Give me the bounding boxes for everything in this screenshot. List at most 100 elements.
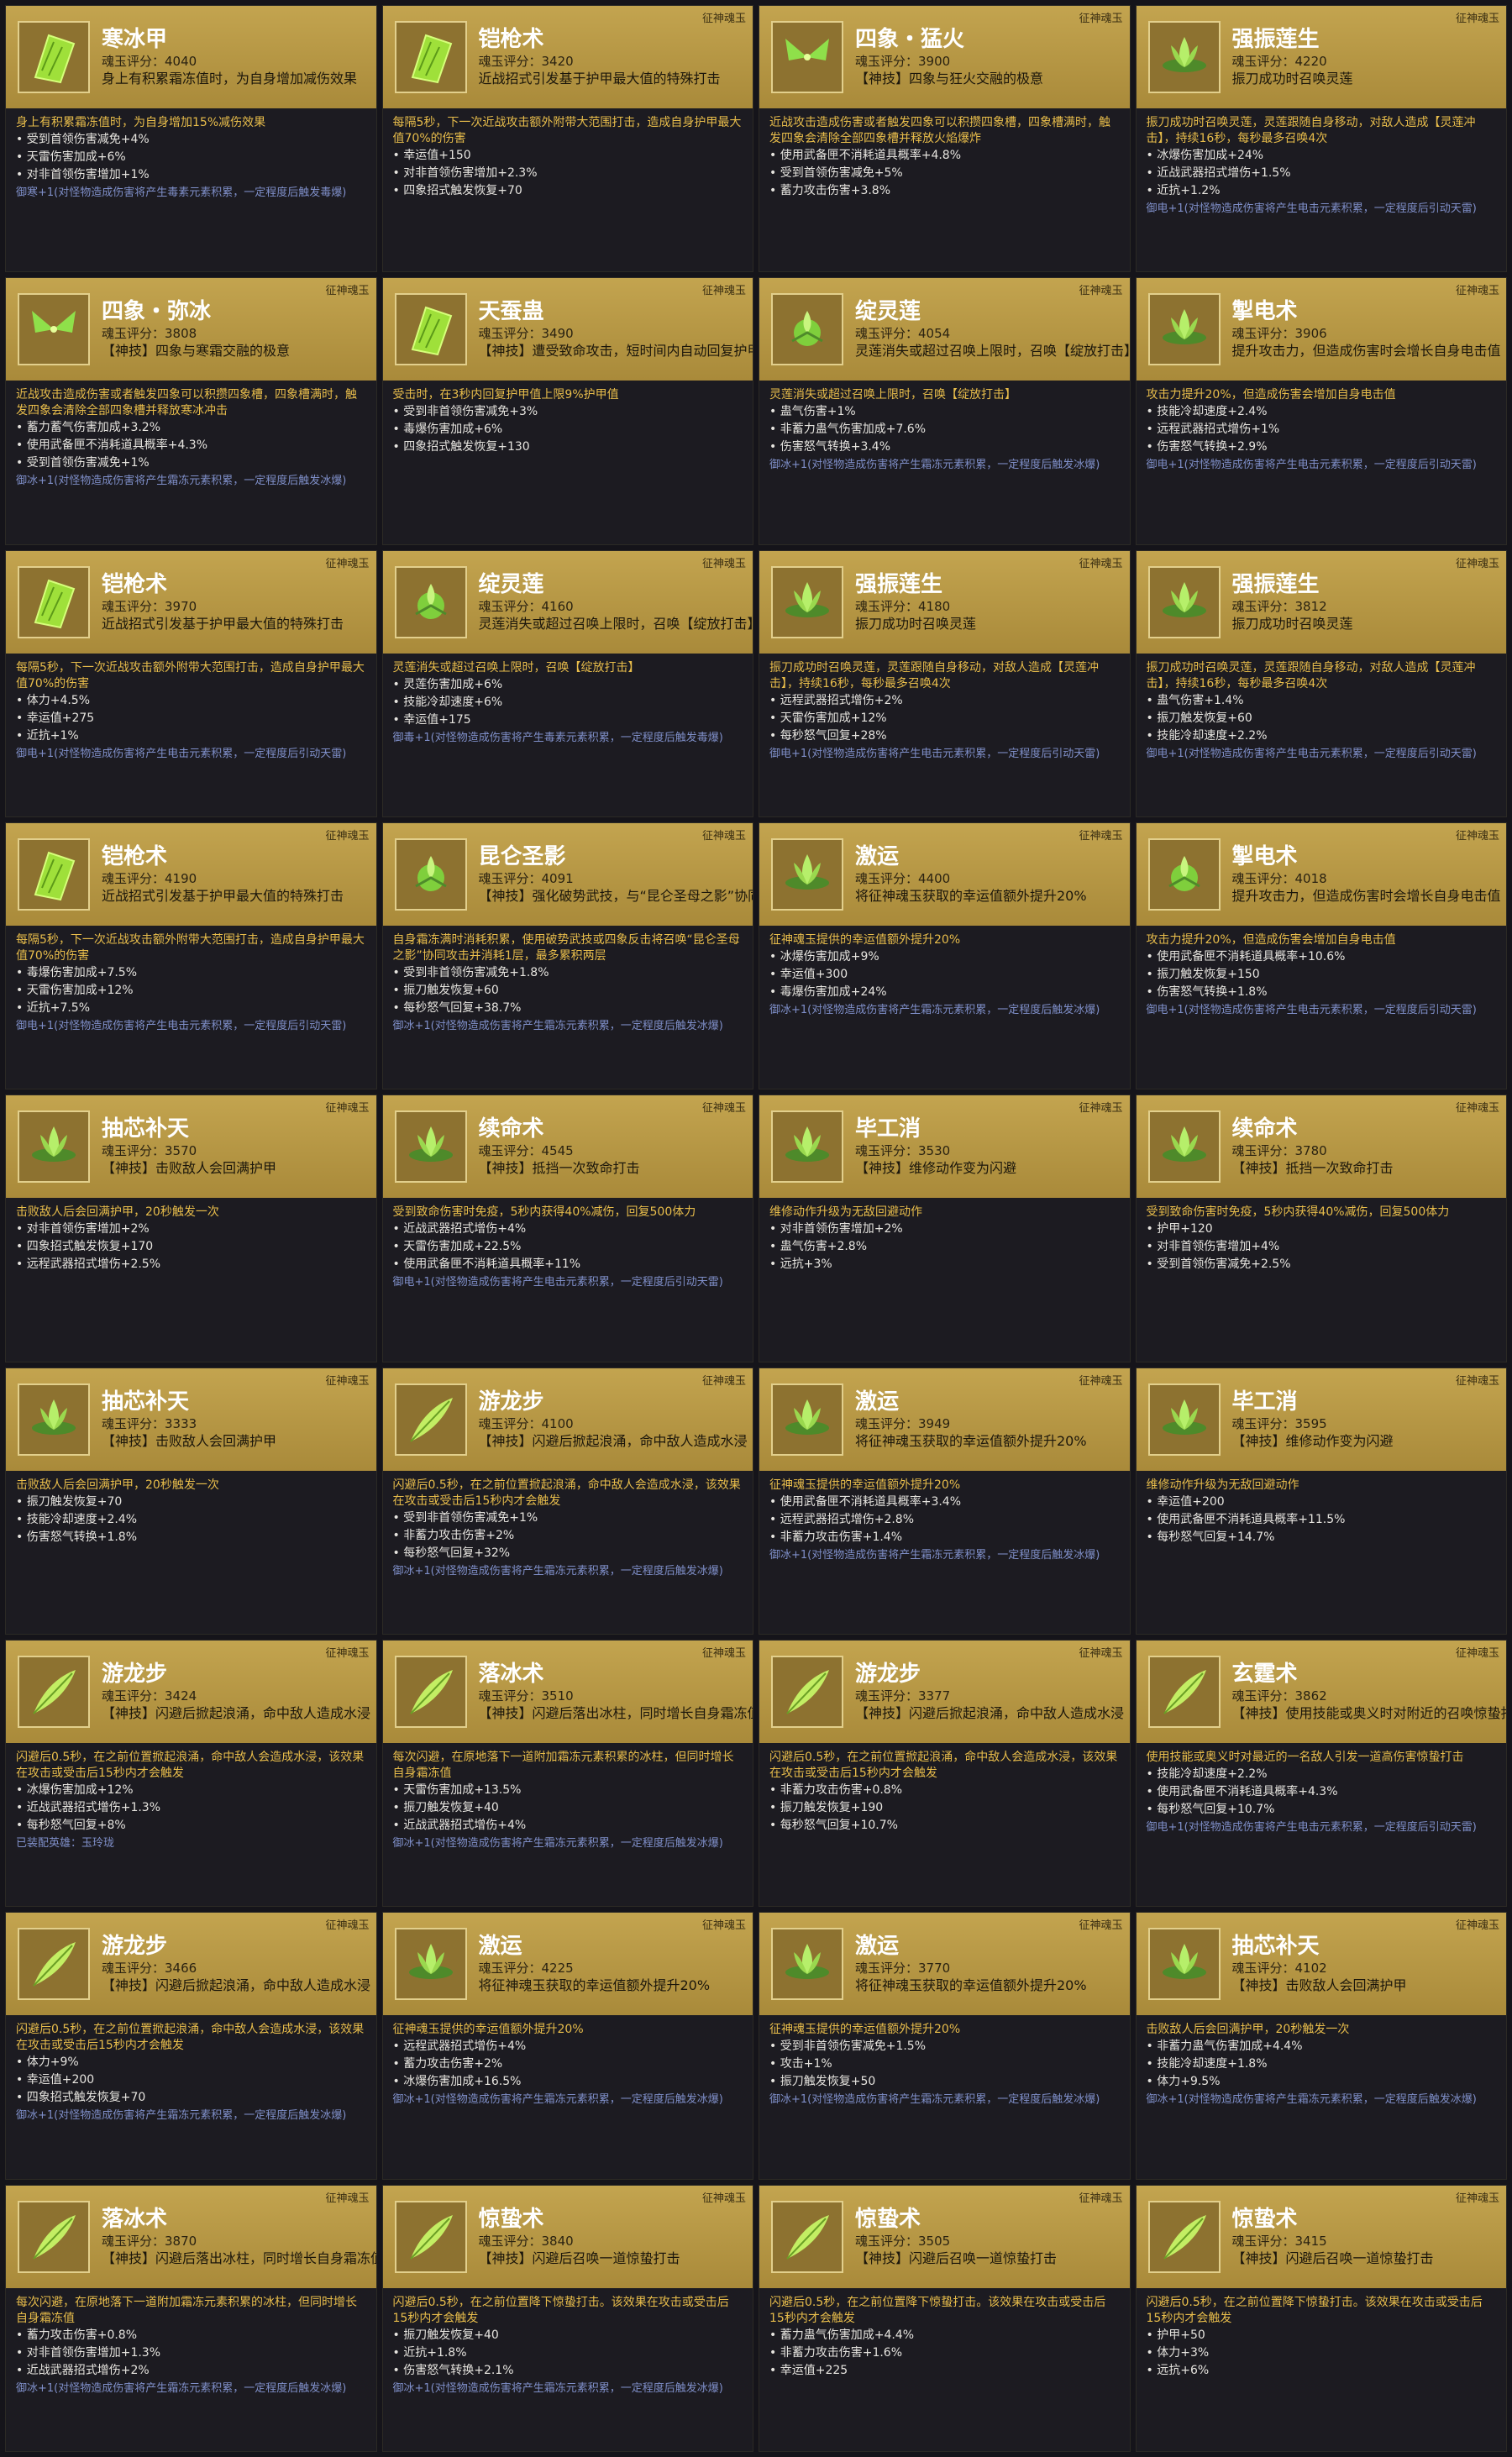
card-score: 魂玉评分：3780 — [1231, 1143, 1327, 1159]
soul-jade-card-8[interactable]: 征神魂玉 掣电术 魂玉评分：3906 提升攻击力，但造成伤害时会增长自身电击值 … — [1135, 277, 1507, 545]
soul-jade-card-9[interactable]: 征神魂玉 铠枪术 魂玉评分：3970 近战招式引发基于护甲最大值的特殊打击 每隔… — [5, 549, 377, 817]
soul-jade-card-22[interactable]: 征神魂玉 游龙步 魂玉评分：4100 【神技】闪避后掀起浪涌，命中敌人造成水浸 … — [381, 1367, 753, 1635]
card-body: 维修动作升级为无敌回避动作 对非首领伤害增加+2%蛊气伤害+2.8%远抗+3% — [759, 1198, 1130, 1361]
soul-jade-card-34[interactable]: 征神魂玉 惊蛰术 魂玉评分：3840 【神技】闪避后召唤一道惊蛰打击 闪避后0.… — [381, 2184, 753, 2452]
card-titles: 天蚕蛊 魂玉评分：3490 【神技】遭受致命攻击，短时间内自动回复护甲 — [479, 298, 753, 360]
soul-jade-card-17[interactable]: 征神魂玉 抽芯补天 魂玉评分：3570 【神技】击败敌人会回满护甲 击败敌人后会… — [5, 1095, 377, 1362]
card-note: 受到致命伤害时免疫，5秒内获得40%减伤，回复500体力 — [392, 1205, 696, 1220]
soul-jade-card-11[interactable]: 征神魂玉 强振莲生 魂玉评分：4180 振刀成功时召唤灵莲 振刀成功时召唤灵莲，… — [759, 549, 1131, 817]
card-set-bonus: 御电+1(对怪物造成伤害将产生电击元素积累，一定程度后引动天雷) — [1146, 202, 1477, 215]
card-score: 魂玉评分：4091 — [478, 871, 574, 886]
card-tag: 征神魂玉 — [1455, 1647, 1499, 1660]
card-set-bonus: 御电+1(对怪物造成伤害将产生电击元素积累，一定程度后引动天雷) — [1146, 1004, 1477, 1016]
soul-jade-card-19[interactable]: 征神魂玉 毕工消 魂玉评分：3530 【神技】维修动作变为闪避 维修动作升级为无… — [759, 1095, 1131, 1362]
card-stat: 近战武器招式增伤+1.3% — [16, 1799, 366, 1817]
card-body: 身上有积累霜冻值时，为自身增加15%减伤效果 受到首领伤害减免+4%天雷伤害加成… — [6, 108, 376, 271]
soul-jade-card-24[interactable]: 征神魂玉 毕工消 魂玉评分：3595 【神技】维修动作变为闪避 维修动作升级为无… — [1135, 1367, 1507, 1635]
soul-jade-card-5[interactable]: 征神魂玉 四象・弥冰 魂玉评分：3808 【神技】四象与寒霜交融的极意 近战攻击… — [5, 277, 377, 545]
card-stat: 对非首领伤害增加+2% — [16, 1221, 366, 1238]
soul-jade-card-36[interactable]: 征神魂玉 惊蛰术 魂玉评分：3415 【神技】闪避后召唤一道惊蛰打击 闪避后0.… — [1135, 2184, 1507, 2452]
soul-jade-card-28[interactable]: 征神魂玉 玄霆术 魂玉评分：3862 【神技】使用技能或奥义时对附近的召唤惊蛰打… — [1135, 1640, 1507, 1908]
card-header: 征神魂玉 毕工消 魂玉评分：3530 【神技】维修动作变为闪避 — [759, 1095, 1130, 1199]
card-stat: 近抗+1.2% — [1147, 182, 1497, 200]
lotus-icon — [394, 1928, 467, 2001]
soul-jade-card-18[interactable]: 征神魂玉 续命术 魂玉评分：4545 【神技】抵挡一次致命打击 受到致命伤害时免… — [381, 1095, 753, 1362]
card-stat: 受到非首领伤害减免+3% — [393, 403, 743, 421]
soul-jade-card-20[interactable]: 征神魂玉 续命术 魂玉评分：3780 【神技】抵挡一次致命打击 受到致命伤害时免… — [1135, 1095, 1507, 1362]
card-header: 征神魂玉 游龙步 魂玉评分：3466 【神技】闪避后掀起浪涌，命中敌人造成水浸 — [6, 1913, 376, 2016]
card-titles: 四象・猛火 魂玉评分：3900 【神技】四象与狂火交融的极意 — [855, 26, 1043, 88]
lotus-icon — [18, 1110, 90, 1184]
card-desc: 【神技】闪避后召唤一道惊蛰打击 — [1231, 2250, 1434, 2266]
soul-jade-card-7[interactable]: 征神魂玉 绽灵莲 魂玉评分：4054 灵莲消失或超过召唤上限时，召唤【绽放打击】… — [759, 277, 1131, 545]
soul-jade-card-15[interactable]: 征神魂玉 激运 魂玉评分：4400 将征神魂玉获取的幸运值额外提升20% 征神魂… — [759, 822, 1131, 1090]
card-desc: 【神技】强化破势武技，与“昆仑圣母之影”协同攻击 — [478, 888, 753, 904]
card-header: 征神魂玉 掣电术 魂玉评分：3906 提升攻击力，但造成伤害时会增长自身电击值 — [1136, 278, 1506, 381]
card-tag: 征神魂玉 — [325, 1374, 370, 1388]
card-titles: 落冰术 魂玉评分：3510 【神技】闪避后落出冰柱，同时增长自身霜冻值 — [479, 1661, 753, 1723]
soul-jade-card-26[interactable]: 征神魂玉 落冰术 魂玉评分：3510 【神技】闪避后落出冰柱，同时增长自身霜冻值… — [381, 1640, 753, 1908]
soul-jade-card-27[interactable]: 征神魂玉 游龙步 魂玉评分：3377 【神技】闪避后掀起浪涌，命中敌人造成水浸 … — [759, 1640, 1131, 1908]
card-header: 征神魂玉 惊蛰术 魂玉评分：3415 【神技】闪避后召唤一道惊蛰打击 — [1136, 2185, 1506, 2288]
card-stat: 冰爆伤害加成+9% — [769, 948, 1120, 966]
soul-jade-card-23[interactable]: 征神魂玉 激运 魂玉评分：3949 将征神魂玉获取的幸运值额外提升20% 征神魂… — [759, 1367, 1131, 1635]
card-name: 绽灵莲 — [855, 299, 921, 325]
card-body: 闪避后0.5秒，在之前位置降下惊蛰打击。该效果在攻击或受击后15秒内才会触发 蓄… — [759, 2288, 1130, 2451]
card-name: 抽芯补天 — [102, 1116, 190, 1142]
card-stat: 使用武备匣不消耗道具概率+11% — [393, 1256, 743, 1273]
card-stat: 技能冷却速度+2.2% — [1147, 727, 1497, 745]
soul-jade-card-13[interactable]: 征神魂玉 铠枪术 魂玉评分：4190 近战招式引发基于护甲最大值的特殊打击 每隔… — [5, 822, 377, 1090]
card-stat: 对非首领伤害增加+2% — [769, 1221, 1120, 1238]
card-stat: 远程武器招式增伤+2.8% — [769, 1511, 1120, 1529]
card-stat: 近战武器招式增伤+1.5% — [1147, 165, 1497, 182]
card-note: 闪避后0.5秒，在之前位置降下惊蛰打击。该效果在攻击或受击后15秒内才会触发 — [1146, 2295, 1483, 2325]
card-score: 魂玉评分：4220 — [1231, 54, 1327, 69]
green-leaf-icon — [394, 293, 467, 366]
soul-jade-card-2[interactable]: 征神魂玉 铠枪术 魂玉评分：3420 近战招式引发基于护甲最大值的特殊打击 每隔… — [381, 5, 753, 273]
card-tag: 征神魂玉 — [701, 1919, 746, 1933]
card-stat: 近抗+7.5% — [16, 1000, 366, 1017]
card-stat: 毒爆伤害加成+7.5% — [16, 964, 366, 982]
card-note: 振刀成功时召唤灵莲，灵莲跟随自身移动，对敌人造成【灵莲冲击】，持续16秒，每秒最… — [769, 660, 1099, 690]
soul-jade-card-3[interactable]: 征神魂玉 四象・猛火 魂玉评分：3900 【神技】四象与狂火交融的极意 近战攻击… — [759, 5, 1131, 273]
card-body: 闪避后0.5秒，在之前位置降下惊蛰打击。该效果在攻击或受击后15秒内才会触发 振… — [383, 2288, 753, 2451]
card-name: 游龙步 — [855, 1662, 921, 1687]
soul-jade-card-14[interactable]: 征神魂玉 昆仑圣影 魂玉评分：4091 【神技】强化破势武技，与“昆仑圣母之影”… — [381, 822, 753, 1090]
soul-jade-card-10[interactable]: 征神魂玉 绽灵莲 魂玉评分：4160 灵莲消失或超过召唤上限时，召唤【绽放打击】… — [381, 549, 753, 817]
lotus-icon — [1147, 1110, 1221, 1184]
card-stat: 蛊气伤害+1% — [769, 403, 1120, 421]
soul-jade-card-32[interactable]: 征神魂玉 抽芯补天 魂玉评分：4102 【神技】击败敌人会回满护甲 击败敌人后会… — [1135, 1912, 1507, 2180]
soul-jade-card-35[interactable]: 征神魂玉 惊蛰术 魂玉评分：3505 【神技】闪避后召唤一道惊蛰打击 闪避后0.… — [759, 2184, 1131, 2452]
soul-jade-card-33[interactable]: 征神魂玉 落冰术 魂玉评分：3870 【神技】闪避后落出冰柱，同时增长自身霜冻值… — [5, 2184, 377, 2452]
card-stat: 使用武备匣不消耗道具概率+4.3% — [16, 437, 366, 454]
feather-icon — [394, 1383, 467, 1456]
card-titles: 四象・弥冰 魂玉评分：3808 【神技】四象与寒霜交融的极意 — [102, 298, 290, 360]
card-name: 抽芯补天 — [102, 1389, 190, 1415]
card-tag: 征神魂玉 — [1455, 830, 1499, 843]
card-score: 魂玉评分：3840 — [478, 2233, 574, 2249]
soul-jade-card-12[interactable]: 征神魂玉 强振莲生 魂玉评分：3812 振刀成功时召唤灵莲 振刀成功时召唤灵莲，… — [1135, 549, 1507, 817]
soul-jade-card-30[interactable]: 征神魂玉 激运 魂玉评分：4225 将征神魂玉获取的幸运值额外提升20% 征神魂… — [381, 1912, 753, 2180]
soul-jade-card-31[interactable]: 征神魂玉 激运 魂玉评分：3770 将征神魂玉获取的幸运值额外提升20% 征神魂… — [759, 1912, 1131, 2180]
card-tag: 征神魂玉 — [1079, 13, 1123, 25]
card-titles: 游龙步 魂玉评分：3466 【神技】闪避后掀起浪涌，命中敌人造成水浸 — [102, 1933, 370, 1995]
soul-jade-card-1[interactable]: 寒冰甲 魂玉评分：4040 身上有积累霜冻值时，为自身增加减伤效果 身上有积累霜… — [5, 5, 377, 273]
card-header: 征神魂玉 昆仑圣影 魂玉评分：4091 【神技】强化破势武技，与“昆仑圣母之影”… — [382, 823, 753, 926]
soul-jade-card-6[interactable]: 征神魂玉 天蚕蛊 魂玉评分：3490 【神技】遭受致命攻击，短时间内自动回复护甲… — [381, 277, 753, 545]
card-titles: 强振莲生 魂玉评分：4180 振刀成功时召唤灵莲 — [855, 571, 976, 633]
soul-jade-card-16[interactable]: 征神魂玉 掣电术 魂玉评分：4018 提升攻击力，但造成伤害时会增长自身电击值 … — [1135, 822, 1507, 1090]
card-tag: 征神魂玉 — [1079, 1374, 1123, 1388]
soul-jade-card-4[interactable]: 征神魂玉 强振莲生 魂玉评分：4220 振刀成功时召唤灵莲 振刀成功时召唤灵莲，… — [1135, 5, 1507, 273]
card-header: 征神魂玉 落冰术 魂玉评分：3510 【神技】闪避后落出冰柱，同时增长自身霜冻值 — [382, 1641, 753, 1743]
card-body: 征神魂玉提供的幸运值额外提升20% 冰爆伤害加成+9%幸运值+300毒爆伤害加成… — [759, 926, 1130, 1089]
soul-jade-card-29[interactable]: 征神魂玉 游龙步 魂玉评分：3466 【神技】闪避后掀起浪涌，命中敌人造成水浸 … — [5, 1912, 377, 2180]
card-name: 强振莲生 — [1231, 27, 1320, 52]
soul-jade-card-21[interactable]: 征神魂玉 抽芯补天 魂玉评分：3333 【神技】击败敌人会回满护甲 击败敌人后会… — [5, 1367, 377, 1635]
card-stat: 远程武器招式增伤+2.5% — [16, 1256, 366, 1273]
card-header: 征神魂玉 铠枪术 魂玉评分：3420 近战招式引发基于护甲最大值的特殊打击 — [382, 6, 753, 108]
card-stat: 冰爆伤害加成+24% — [1147, 147, 1497, 165]
card-note: 维修动作升级为无敌回避动作 — [1146, 1478, 1299, 1492]
card-name: 落冰术 — [478, 1662, 544, 1687]
soul-jade-card-25[interactable]: 征神魂玉 游龙步 魂玉评分：3424 【神技】闪避后掀起浪涌，命中敌人造成水浸 … — [5, 1640, 377, 1908]
card-header: 征神魂玉 惊蛰术 魂玉评分：3505 【神技】闪避后召唤一道惊蛰打击 — [759, 2185, 1130, 2288]
